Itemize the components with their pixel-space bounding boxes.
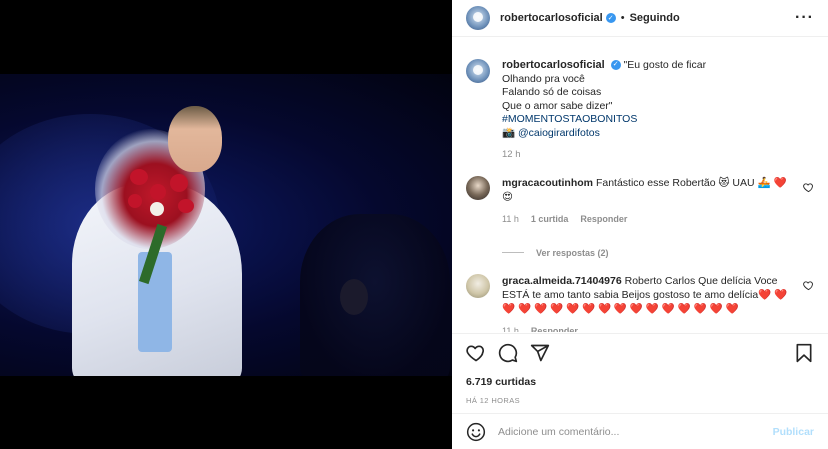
comment-body: graca.almeida.71404976 Roberto Carlos Qu… [502,274,792,333]
bookmark-icon[interactable] [794,343,814,363]
author-avatar[interactable] [466,6,490,30]
more-options-icon[interactable]: ··· [795,9,814,27]
action-icons [466,341,814,365]
comment-avatar[interactable] [466,273,490,298]
comments-scroll-area[interactable]: robertocarlosoficial ✓ "Eu gosto de fica… [452,37,828,332]
verified-badge-icon: ✓ [610,60,621,71]
share-icon[interactable] [530,343,550,363]
caption-line: Que o amor sabe dizer" [502,99,613,112]
comment-time[interactable]: 11 h [502,324,519,333]
comment-time[interactable]: 11 h [502,212,519,226]
post-caption: robertocarlosoficial ✓ "Eu gosto de fica… [466,59,814,162]
emoji-icon[interactable] [466,422,486,442]
comment-meta: 11 h Responder [502,324,792,333]
comment-input[interactable] [498,425,773,438]
post-timestamp[interactable]: HÁ 12 HORAS [466,396,814,405]
view-replies[interactable]: Ver respostas (2) [502,248,814,258]
comment-username[interactable]: mgracacoutinhom [502,177,593,189]
post-sidebar: robertocarlosoficial ✓ • Seguindo ··· ro… [452,0,828,449]
heart-icon[interactable] [466,343,486,363]
following-button[interactable]: Seguindo [630,12,680,24]
caption-hashtag[interactable]: #MOMENTOSTAOBONITOS [502,113,706,127]
caption-line: Falando só de coisas [502,86,602,98]
caption-line: Olhando pra você [502,72,585,85]
post-header: robertocarlosoficial ✓ • Seguindo ··· [452,0,828,37]
comment-item: mgracacoutinhom Fantástico esse Robertão… [466,175,814,226]
comment-meta: 11 h 1 curtida Responder [502,212,792,226]
comment-heart-icon[interactable] [803,182,814,193]
photo-rose [128,194,142,208]
camera-emoji: 📸 [502,126,516,139]
comment-username[interactable]: graca.almeida.71404976 [502,275,622,287]
comment-body: mgracacoutinhom Fantástico esse Robertão… [502,176,792,226]
reply-button[interactable]: Responder [580,212,627,226]
photo-white-rose [150,202,164,216]
photo-head [168,106,222,172]
instagram-post: robertocarlosoficial ✓ • Seguindo ··· ro… [0,0,828,449]
caption-time[interactable]: 12 h [502,148,706,162]
caption-line: "Eu gosto de ficar [623,59,707,71]
photo-background-musician [300,214,450,376]
header-separator: • [620,12,625,24]
comment-avatar[interactable] [466,175,490,200]
caption-username[interactable]: robertocarlosoficial [502,59,605,71]
post-media[interactable] [0,0,452,449]
publish-button[interactable]: Publicar [773,426,814,438]
comment-likes[interactable]: 1 curtida [531,212,569,226]
photo-rose [130,169,148,185]
likes-count[interactable]: 6.719 curtidas [466,376,814,388]
author-username[interactable]: robertocarlosoficial [500,12,603,24]
comment-item: graca.almeida.71404976 Roberto Carlos Qu… [466,273,814,333]
caption-avatar[interactable] [466,59,490,83]
reply-button[interactable]: Responder [531,324,578,333]
verified-badge-icon: ✓ [605,13,616,23]
photo-rose [170,174,188,192]
comment-heart-icon[interactable] [803,280,814,291]
photo-rose [150,184,166,200]
photo-credit-mention[interactable]: @caiogirardifotos [518,127,600,139]
caption-body: robertocarlosoficial ✓ "Eu gosto de fica… [502,59,706,162]
photo-rose [178,199,194,213]
comment-icon[interactable] [498,343,518,363]
post-photo[interactable] [0,74,452,376]
replies-line [502,252,524,253]
view-replies-label[interactable]: Ver respostas (2) [536,248,609,258]
photo-background-head [340,279,368,315]
add-comment-bar: Publicar [452,413,828,449]
